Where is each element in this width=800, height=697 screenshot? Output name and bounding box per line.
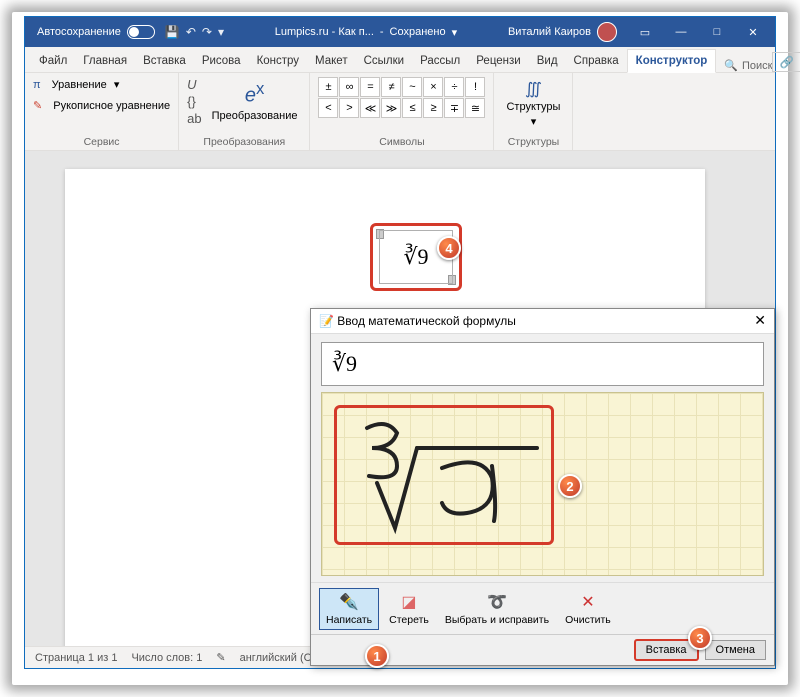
ink-canvas[interactable] xyxy=(321,392,764,576)
symbol-cell[interactable]: ≤ xyxy=(402,98,422,118)
clear-tool[interactable]: ✕ Очистить xyxy=(559,589,617,629)
latex-icon[interactable]: {} xyxy=(187,94,201,109)
callout-1: 1 xyxy=(365,644,389,668)
tab-help[interactable]: Справка xyxy=(566,50,627,72)
save-icon[interactable]: 💾 xyxy=(165,25,180,39)
dialog-title: Ввод математической формулы xyxy=(337,314,516,328)
structures-button[interactable]: ∭ Структуры▾ xyxy=(502,77,564,130)
erase-tool[interactable]: ◪ Стереть xyxy=(383,589,435,629)
tab-file[interactable]: Файл xyxy=(31,50,75,72)
autosave-label: Автосохранение xyxy=(37,26,121,38)
search-box[interactable]: 🔍 Поиск xyxy=(724,59,772,72)
minimize-button[interactable]: — xyxy=(663,17,699,47)
word-count[interactable]: Число слов: 1 xyxy=(131,652,202,664)
ink-highlight xyxy=(334,405,554,545)
tab-home[interactable]: Главная xyxy=(75,50,135,72)
save-status: Сохранено xyxy=(390,26,446,38)
tab-references[interactable]: Ссылки xyxy=(356,50,413,72)
clear-icon: ✕ xyxy=(581,592,594,612)
math-input-dialog: 📝 Ввод математической формулы ✕ ∛9 ✒️ На… xyxy=(310,308,775,666)
ribbon-tabs: Файл Главная Вставка Рисова Констру Маке… xyxy=(25,47,775,73)
symbol-cell[interactable]: ≥ xyxy=(423,98,443,118)
symbol-cell[interactable]: ≠ xyxy=(381,77,401,97)
lasso-icon: ➰ xyxy=(487,592,507,612)
status-dropdown-icon[interactable]: ▾ xyxy=(452,26,458,39)
titlebar: Автосохранение 💾 ↶ ↷ ▾ Lumpics.ru - Как … xyxy=(25,17,775,47)
pen-icon: ✒️ xyxy=(339,592,359,612)
undo-icon[interactable]: ↶ xyxy=(186,25,196,39)
share-button[interactable]: 🔗 xyxy=(772,52,800,72)
symbol-cell[interactable]: ! xyxy=(465,77,485,97)
symbol-cell[interactable]: ≅ xyxy=(465,98,485,118)
tab-review[interactable]: Рецензи xyxy=(468,50,528,72)
symbol-cell[interactable]: ~ xyxy=(402,77,422,97)
tab-layout[interactable]: Макет xyxy=(307,50,356,72)
callout-3: 3 xyxy=(688,626,712,650)
tab-constructor[interactable]: Конструктор xyxy=(627,49,717,73)
spellcheck-icon[interactable]: ✎ xyxy=(216,651,225,664)
math-panel-icon: 📝 xyxy=(319,314,334,328)
symbol-cell[interactable]: < xyxy=(318,98,338,118)
cancel-button[interactable]: Отмена xyxy=(705,640,766,660)
callout-2: 2 xyxy=(558,474,582,498)
text-icon[interactable]: ab xyxy=(187,111,201,126)
equation-button[interactable]: π Уравнение ▾ xyxy=(33,77,119,92)
symbol-cell[interactable]: ∓ xyxy=(444,98,464,118)
ink-equation-button[interactable]: ✎ Рукописное уравнение xyxy=(33,98,170,113)
ribbon: π Уравнение ▾ ✎ Рукописное уравнение Сер… xyxy=(25,73,775,151)
tab-design[interactable]: Констру xyxy=(249,50,307,72)
symbol-cell[interactable]: ≫ xyxy=(381,98,401,118)
symbol-cell[interactable]: = xyxy=(360,77,380,97)
symbol-cell[interactable]: × xyxy=(423,77,443,97)
qat-dropdown-icon[interactable]: ▾ xyxy=(218,25,224,39)
search-icon: 🔍 xyxy=(724,59,738,72)
callout-4: 4 xyxy=(437,236,461,260)
maximize-button[interactable]: □ xyxy=(699,17,735,47)
tab-view[interactable]: Вид xyxy=(529,50,566,72)
ribbon-options-icon[interactable]: ▭ xyxy=(627,17,663,47)
page-indicator[interactable]: Страница 1 из 1 xyxy=(35,652,117,664)
close-button[interactable]: ✕ xyxy=(735,17,771,47)
symbol-cell[interactable]: ∞ xyxy=(339,77,359,97)
tab-insert[interactable]: Вставка xyxy=(135,50,194,72)
convert-button[interactable]: ex Преобразование xyxy=(208,77,302,124)
avatar[interactable] xyxy=(597,22,617,42)
symbol-cell[interactable]: > xyxy=(339,98,359,118)
symbols-grid[interactable]: ±∞=≠~×÷! <>≪≫≤≥∓≅ xyxy=(318,77,485,118)
autosave-toggle[interactable] xyxy=(127,25,155,39)
select-correct-tool[interactable]: ➰ Выбрать и исправить xyxy=(439,589,555,629)
eraser-icon: ◪ xyxy=(401,592,416,612)
user-name: Виталий Каиров xyxy=(508,26,591,38)
write-tool[interactable]: ✒️ Написать xyxy=(319,588,379,630)
symbol-cell[interactable]: ÷ xyxy=(444,77,464,97)
tab-mailings[interactable]: Рассыл xyxy=(412,50,468,72)
tab-draw[interactable]: Рисова xyxy=(194,50,249,72)
document-name: Lumpics.ru - Как п... xyxy=(275,26,374,38)
symbol-cell[interactable]: ± xyxy=(318,77,338,97)
handwriting xyxy=(337,408,557,548)
symbol-cell[interactable]: ≪ xyxy=(360,98,380,118)
unicode-icon[interactable]: U xyxy=(187,77,201,92)
redo-icon[interactable]: ↷ xyxy=(202,25,212,39)
formula-preview: ∛9 xyxy=(321,342,764,386)
dialog-close-button[interactable]: ✕ xyxy=(754,312,766,329)
